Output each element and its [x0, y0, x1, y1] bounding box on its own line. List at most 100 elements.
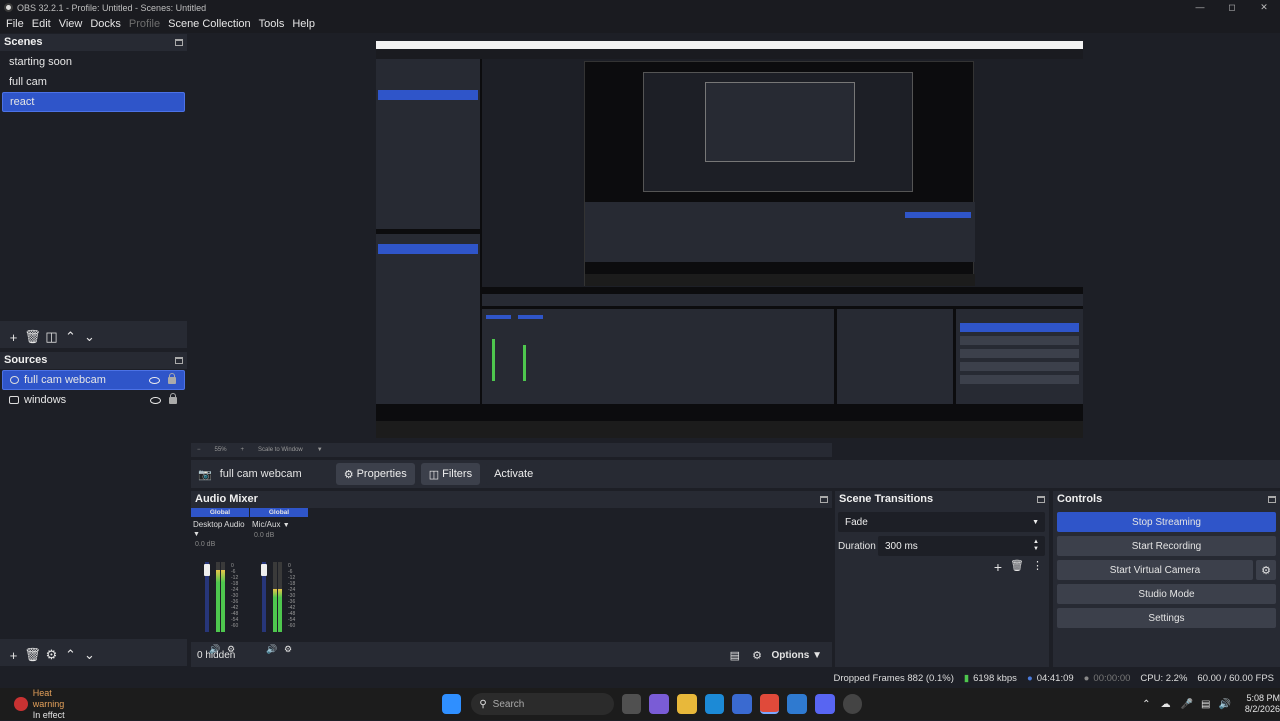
scene-item[interactable]: full cam: [2, 72, 185, 92]
task-view-icon[interactable]: [621, 694, 642, 714]
volume-slider-handle[interactable]: [204, 564, 210, 576]
preview-canvas[interactable]: [376, 41, 1083, 438]
menu-docks[interactable]: Docks: [86, 18, 125, 30]
channel-name[interactable]: Mic/Aux ▼: [250, 517, 308, 532]
minimize-button[interactable]: —: [1184, 0, 1216, 15]
controls-title: Controls: [1057, 493, 1103, 505]
scene-transitions-dock: Scene Transitions Fade ▼ Duration 300 ms…: [835, 491, 1049, 667]
source-label: full cam webcam: [24, 374, 106, 386]
undock-icon[interactable]: [175, 356, 183, 364]
undock-icon[interactable]: [175, 38, 183, 46]
cloud-icon[interactable]: ☁: [1161, 699, 1171, 710]
chevron-down-icon: ▼: [1032, 518, 1039, 526]
clock-date: 8/2/2026: [1244, 704, 1280, 714]
add-icon[interactable]: +: [4, 646, 23, 664]
store-icon[interactable]: [732, 694, 752, 714]
properties-button[interactable]: ⚙ Properties: [335, 463, 415, 485]
trash-icon[interactable]: 🗑: [23, 328, 42, 346]
taskbar-search[interactable]: ⚲ Search: [471, 693, 614, 715]
record-icon: ●: [1083, 672, 1090, 684]
tray-chevron-icon[interactable]: ⌃: [1142, 699, 1150, 710]
layout-icon[interactable]: ▤: [730, 649, 740, 662]
move-down-icon[interactable]: ⌄: [80, 328, 99, 346]
source-item-selected[interactable]: full cam webcam: [2, 370, 185, 390]
activate-label: Activate: [494, 468, 534, 480]
sources-dock-header: Sources: [0, 352, 187, 368]
menu-file[interactable]: File: [2, 18, 28, 30]
duration-input[interactable]: 300 ms ▲ ▼: [878, 536, 1045, 556]
maximize-button[interactable]: ◻: [1216, 0, 1248, 15]
filter-icon[interactable]: ◫: [42, 328, 61, 346]
stop-streaming-button[interactable]: Stop Streaming: [1057, 512, 1276, 532]
menu-view[interactable]: View: [55, 18, 87, 30]
scale-mode-select[interactable]: Scale to Window: [258, 447, 303, 453]
clock[interactable]: 5:08 PM 8/2/2026: [1245, 693, 1280, 715]
photos-icon[interactable]: [787, 694, 807, 714]
settings-label: Settings: [1148, 612, 1185, 624]
windows-start-icon[interactable]: [441, 694, 462, 714]
network-icon[interactable]: ▤: [1201, 699, 1210, 710]
start-virtual-camera-button[interactable]: Start Virtual Camera: [1057, 560, 1253, 580]
lock-icon[interactable]: [168, 372, 176, 384]
move-down-icon[interactable]: ⌄: [80, 646, 99, 664]
status-bar: Dropped Frames 882 (0.1%) ▮ 6198 kbps ● …: [0, 668, 1280, 688]
zoom-in-icon[interactable]: +: [241, 447, 245, 453]
chrome-icon[interactable]: [759, 694, 780, 714]
add-icon[interactable]: +: [994, 559, 1002, 575]
volume-icon[interactable]: 🔊: [1218, 699, 1230, 710]
virtual-camera-gear-icon[interactable]: ⚙: [1256, 560, 1276, 580]
context-source-name: full cam webcam: [219, 468, 302, 480]
trash-icon[interactable]: 🗑: [1010, 559, 1024, 575]
activate-button[interactable]: Activate: [486, 463, 542, 485]
menu-edit[interactable]: Edit: [28, 18, 55, 30]
options-button[interactable]: Options ▼: [772, 650, 822, 661]
scene-item-selected[interactable]: react: [2, 92, 185, 112]
advanced-audio-icon[interactable]: ⚙: [752, 649, 762, 662]
studio-mode-button[interactable]: Studio Mode: [1057, 584, 1276, 604]
lock-icon[interactable]: [169, 392, 177, 404]
audio-mixer-dock: Audio Mixer Global Desktop Audio ▼ 0.0 d…: [191, 491, 832, 667]
zoom-out-icon[interactable]: −: [197, 447, 201, 453]
start-recording-button[interactable]: Start Recording: [1057, 536, 1276, 556]
move-up-icon[interactable]: ⌃: [61, 328, 80, 346]
sources-list: full cam webcam windows: [0, 369, 187, 639]
undock-icon[interactable]: [1037, 495, 1045, 503]
more-icon[interactable]: ⋮: [1032, 559, 1043, 575]
move-up-icon[interactable]: ⌃: [61, 646, 80, 664]
undock-icon[interactable]: [820, 495, 828, 503]
edge-icon[interactable]: [704, 694, 725, 714]
trash-icon[interactable]: 🗑: [23, 646, 42, 664]
visibility-eye-icon[interactable]: [149, 376, 160, 384]
channel-name[interactable]: Desktop Audio ▼: [191, 517, 249, 541]
chevron-down-icon[interactable]: ▼: [317, 447, 323, 453]
obs-taskbar-icon[interactable]: [842, 694, 863, 714]
menu-profile[interactable]: Profile: [125, 18, 164, 30]
menu-scene-collection[interactable]: Scene Collection: [164, 18, 255, 30]
mixer-channel: Global Desktop Audio ▼ 0.0 dB 0 -6 -12 -18-…: [191, 508, 249, 654]
file-explorer-icon[interactable]: [676, 694, 697, 714]
close-button[interactable]: ✕: [1248, 0, 1280, 15]
mic-icon[interactable]: 🎤: [1181, 699, 1193, 710]
gear-icon[interactable]: ⚙: [42, 646, 61, 664]
scene-item[interactable]: starting soon: [2, 52, 185, 72]
search-placeholder: Search: [492, 698, 525, 710]
scene-transitions-header: Scene Transitions: [835, 491, 1049, 507]
volume-slider-handle[interactable]: [261, 564, 267, 576]
discord-icon[interactable]: [814, 694, 835, 714]
copilot-icon[interactable]: [649, 694, 669, 714]
settings-button[interactable]: Settings: [1057, 608, 1276, 628]
source-item[interactable]: windows: [2, 390, 185, 410]
channel-global-badge: Global: [191, 508, 249, 517]
audio-mixer-header: Audio Mixer: [191, 491, 832, 507]
spin-arrows-icon[interactable]: ▲ ▼: [1033, 539, 1039, 553]
visibility-eye-icon[interactable]: [150, 396, 161, 404]
weather-widget[interactable]: Heat warning In effect: [33, 688, 85, 721]
level-meter-fill: [221, 570, 225, 632]
transition-select[interactable]: Fade ▼: [838, 512, 1045, 532]
undock-icon[interactable]: [1268, 495, 1276, 503]
add-icon[interactable]: +: [4, 328, 23, 346]
menu-help[interactable]: Help: [288, 18, 319, 30]
captured-menubar: [376, 49, 1083, 59]
menu-tools[interactable]: Tools: [255, 18, 289, 30]
filters-button[interactable]: ◫ Filters: [420, 463, 481, 485]
